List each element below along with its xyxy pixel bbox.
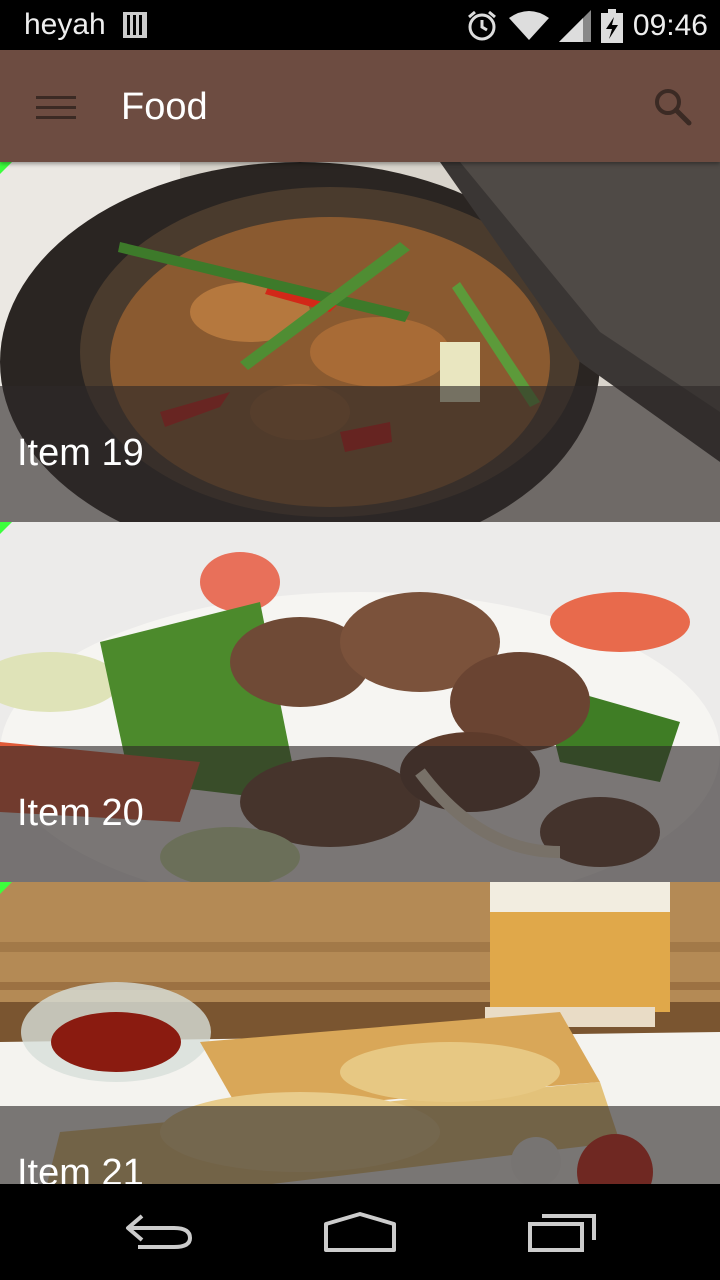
sim-icon <box>123 12 147 38</box>
list-item[interactable]: Item 20 <box>0 522 720 882</box>
back-icon[interactable] <box>124 1210 194 1250</box>
list-item[interactable]: Item 21 <box>0 882 720 1184</box>
food-list[interactable]: Item 19 Item 20 Item 21 <box>0 162 720 1184</box>
corner-marker <box>0 882 12 894</box>
list-item[interactable]: Item 19 <box>0 162 720 522</box>
status-time: 09:46 <box>632 9 708 42</box>
carrier-name: heyah <box>24 8 106 41</box>
status-icons: 09:46 <box>465 6 708 46</box>
corner-marker <box>0 162 12 174</box>
home-icon[interactable] <box>322 1210 398 1254</box>
app-bar: Food <box>0 50 720 162</box>
menu-icon[interactable] <box>36 96 76 120</box>
wifi-icon <box>508 11 549 40</box>
navigation-bar <box>0 1184 720 1280</box>
recents-icon[interactable] <box>526 1210 598 1254</box>
item-label: Item 19 <box>17 432 144 474</box>
signal-icon <box>558 10 591 42</box>
item-label: Item 20 <box>17 792 144 834</box>
search-icon[interactable] <box>652 86 692 126</box>
alarm-icon <box>467 10 496 41</box>
corner-marker <box>0 522 12 534</box>
page-title: Food <box>121 86 208 128</box>
item-label: Item 21 <box>17 1152 144 1184</box>
status-bar: heyah 09:46 <box>0 0 720 50</box>
battery-charging-icon <box>600 9 623 43</box>
